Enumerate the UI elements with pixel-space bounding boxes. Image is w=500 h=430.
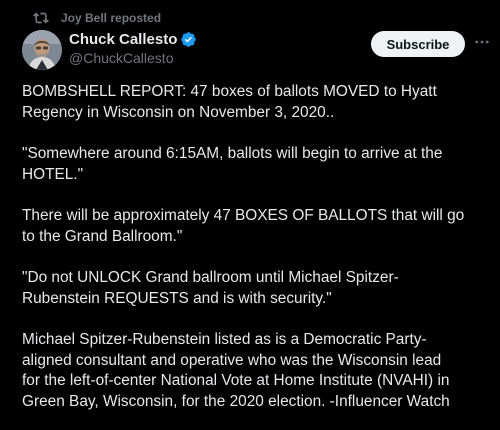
author-handle[interactable]: @ChuckCallesto	[69, 50, 197, 66]
post-text: BOMBSHELL REPORT: 47 boxes of ballots MO…	[22, 82, 490, 412]
post-paragraph-3: There will be approximately 47 BOXES OF …	[22, 206, 490, 247]
post-paragraph-1: BOMBSHELL REPORT: 47 boxes of ballots MO…	[22, 82, 490, 123]
repost-text: Joy Bell reposted	[61, 11, 162, 25]
post-paragraph-5: Michael Spitzer-Rubenstein listed as is …	[22, 330, 490, 412]
post-paragraph-2: "Somewhere around 6:15AM, ballots will b…	[22, 144, 490, 185]
post-line: to the Grand Ballroom."	[22, 227, 183, 245]
post-line: "Somewhere around 6:15AM, ballots will b…	[22, 145, 443, 162]
post-line: aligned consultant and operative who was…	[22, 351, 442, 369]
author-info: Chuck Callesto @ChuckCallesto	[69, 29, 197, 66]
post-line: Rubenstein REQUESTS and is with security…	[22, 289, 332, 307]
subscribe-button[interactable]: Subscribe	[371, 31, 465, 57]
more-horizontal-icon	[473, 33, 491, 56]
post-card: Joy Bell reposted Chuck Callesto @ChuckC…	[0, 0, 500, 430]
post-line: BOMBSHELL REPORT: 47 boxes of ballots MO…	[22, 83, 437, 100]
post-line: "Do not UNLOCK Grand ballroom until Mich…	[22, 269, 399, 286]
post-line: Green Bay, Wisconsin, for the 2020 elect…	[22, 392, 450, 410]
repost-indicator[interactable]: Joy Bell reposted	[33, 9, 161, 27]
author-display-name[interactable]: Chuck Callesto	[69, 31, 177, 48]
verified-badge-icon[interactable]	[180, 31, 197, 48]
more-options-button[interactable]	[470, 32, 494, 56]
post-line: Regency in Wisconsin on November 3, 2020…	[22, 103, 335, 121]
repost-icon	[33, 10, 49, 26]
post-line: Michael Spitzer-Rubenstein listed as is …	[22, 331, 427, 348]
post-paragraph-4: "Do not UNLOCK Grand ballroom until Mich…	[22, 268, 490, 309]
avatar[interactable]	[22, 30, 62, 70]
post-line: HOTEL."	[22, 165, 84, 183]
post-line: for the left-of-center National Vote at …	[22, 372, 450, 389]
author-name-row: Chuck Callesto	[69, 29, 197, 49]
post-line: There will be approximately 47 BOXES OF …	[22, 207, 465, 224]
